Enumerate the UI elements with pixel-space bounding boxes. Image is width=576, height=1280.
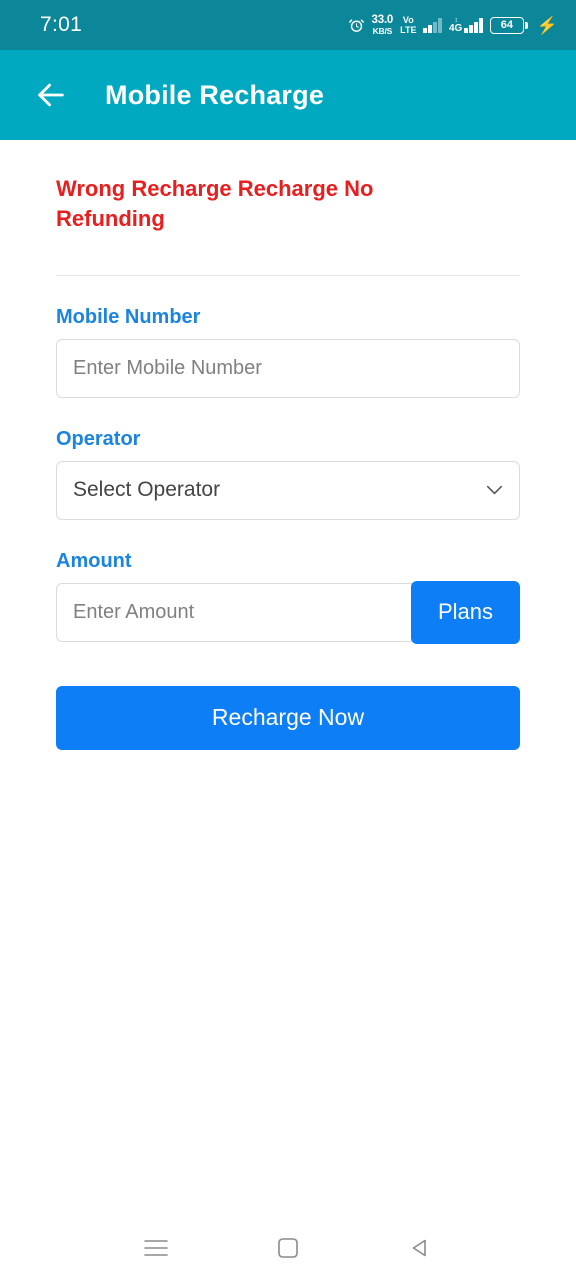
plans-button[interactable]: Plans <box>411 580 520 644</box>
alarm-clock-icon <box>348 18 364 32</box>
nav-home-button[interactable] <box>271 1231 305 1265</box>
volte-line1: Vo <box>402 14 414 25</box>
volte-line2: LTE <box>400 24 417 35</box>
battery-indicator: 64 <box>489 16 528 34</box>
android-nav-bar <box>0 1216 576 1280</box>
operator-select-wrapper[interactable]: Select Operator <box>56 460 520 520</box>
recharge-form: Wrong Recharge Recharge No Refunding Mob… <box>0 140 576 750</box>
status-bar: 7:01 33.0 KB/S Vo LTE ↕ 4G 64 ⚡ <box>0 0 576 50</box>
battery-icon: 64 <box>489 16 524 34</box>
page-title: Mobile Recharge <box>105 79 325 110</box>
network-speed-value: 33.0 <box>371 13 394 26</box>
volte-indicator: Vo LTE <box>400 14 417 35</box>
mobile-number-label: Mobile Number <box>56 305 201 328</box>
nav-back-button[interactable] <box>403 1231 437 1265</box>
amount-row: Plans <box>56 580 520 644</box>
data-type-text: 4G <box>448 22 463 34</box>
mobile-number-input[interactable] <box>56 338 520 398</box>
signal-bars-sim2-icon <box>464 17 483 33</box>
status-clock: 7:01 <box>40 13 83 36</box>
data-type-label: ↕ 4G <box>449 17 462 34</box>
network-speed-unit: KB/S <box>372 26 393 36</box>
operator-label: Operator <box>56 427 141 450</box>
refund-warning-text: Wrong Recharge Recharge No Refunding <box>56 176 374 232</box>
back-triangle-icon <box>412 1239 426 1257</box>
home-square-icon <box>278 1238 298 1258</box>
nav-recents-button[interactable] <box>139 1231 173 1265</box>
status-icons: 33.0 KB/S Vo LTE ↕ 4G 64 ⚡ <box>348 13 558 36</box>
phone-screen: 7:01 33.0 KB/S Vo LTE ↕ 4G 64 ⚡ Mobile R… <box>0 0 576 1280</box>
app-bar: Mobile Recharge <box>0 50 576 140</box>
network-speed-indicator: 33.0 KB/S <box>371 13 394 36</box>
battery-level: 64 <box>500 19 513 31</box>
charging-bolt-icon: ⚡ <box>536 15 558 35</box>
signal-bars-sim1-icon <box>423 17 442 33</box>
menu-icon <box>144 1240 168 1256</box>
recharge-now-button[interactable]: Recharge Now <box>56 685 520 750</box>
back-arrow-icon[interactable] <box>34 78 68 112</box>
section-divider <box>56 274 520 276</box>
mobile-data-indicator: ↕ 4G <box>449 17 483 34</box>
amount-label: Amount <box>56 549 132 572</box>
operator-select[interactable]: Select Operator <box>56 460 520 520</box>
battery-cap <box>525 21 528 29</box>
